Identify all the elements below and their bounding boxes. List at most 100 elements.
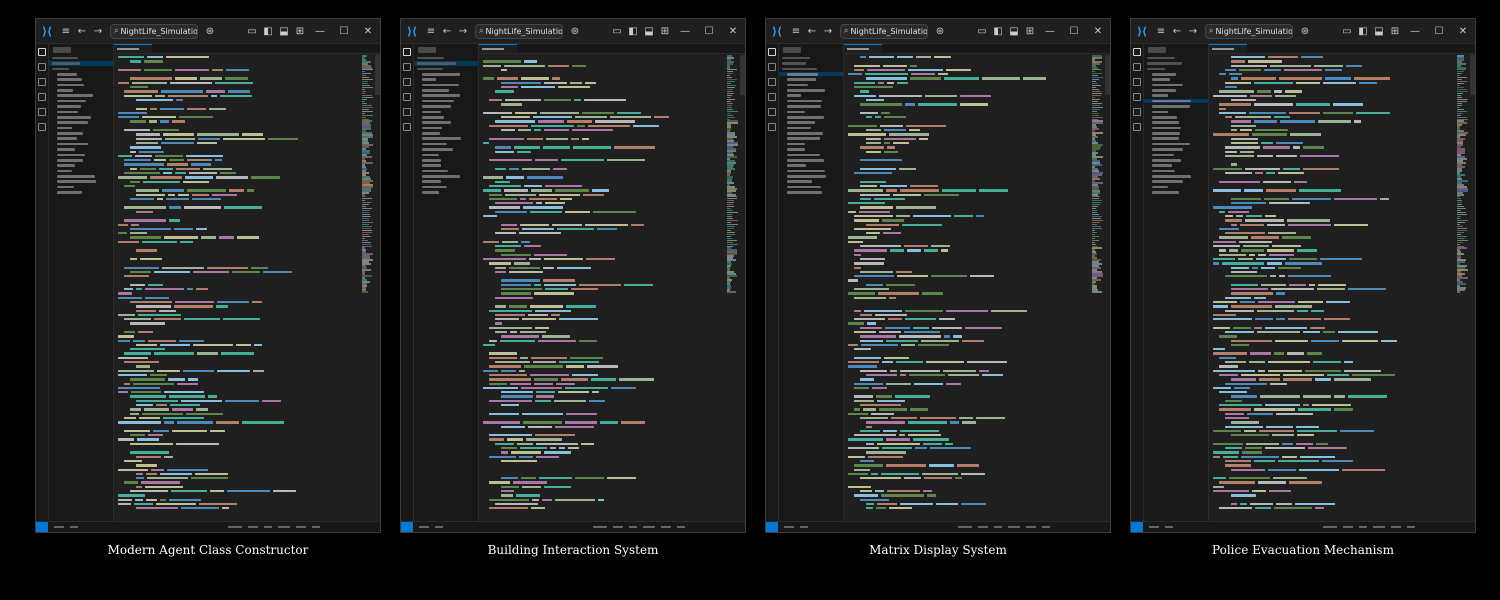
arrow-left-icon[interactable]: ← <box>439 19 455 43</box>
explorer-file-row[interactable] <box>1144 115 1208 119</box>
customize-layout-icon[interactable]: ⊞ <box>292 19 308 43</box>
code-view[interactable] <box>114 55 360 522</box>
explorer-file-row[interactable] <box>414 174 478 178</box>
explorer-file-row[interactable] <box>414 147 478 151</box>
explorer-file-row[interactable] <box>779 190 843 194</box>
status-item[interactable] <box>1391 525 1401 529</box>
explorer-file-row[interactable] <box>414 78 478 82</box>
explorer-file-row[interactable] <box>779 72 843 77</box>
explorer-file-row[interactable] <box>49 190 113 194</box>
remote-indicator[interactable] <box>766 522 778 532</box>
code-view[interactable] <box>844 55 1090 522</box>
activity-icon[interactable] <box>1133 48 1141 56</box>
explorer-file-row[interactable] <box>1144 131 1208 135</box>
command-center-search[interactable]: ⌕ NightLife_Simulatio <box>840 23 928 39</box>
explorer-file-row[interactable] <box>414 180 478 184</box>
active-tab[interactable] <box>479 44 517 53</box>
hamburger-menu-icon[interactable]: ≡ <box>788 19 804 43</box>
explorer-file-row[interactable] <box>414 104 478 108</box>
explorer-file-row[interactable] <box>779 180 843 184</box>
explorer-file-row[interactable] <box>779 104 843 108</box>
explorer-file-row[interactable] <box>414 158 478 162</box>
explorer-file-row[interactable] <box>49 88 113 92</box>
activity-icon[interactable] <box>1133 123 1141 131</box>
customize-layout-icon[interactable]: ⊞ <box>1022 19 1038 43</box>
explorer-file-row[interactable] <box>779 121 843 125</box>
activity-icon[interactable] <box>38 123 46 131</box>
explorer-file-row[interactable] <box>1144 126 1208 130</box>
editor-area[interactable] <box>479 44 745 522</box>
status-item[interactable] <box>248 525 258 529</box>
explorer-file-row[interactable] <box>1144 142 1208 146</box>
explorer-file-row[interactable] <box>49 121 113 125</box>
minimize-icon[interactable]: — <box>1403 19 1427 43</box>
remote-indicator[interactable] <box>401 522 413 532</box>
layout-toggle-icon[interactable]: ▭ <box>244 19 260 43</box>
explorer-file-row[interactable] <box>779 126 843 130</box>
explorer-file-row[interactable] <box>414 72 478 76</box>
explorer-file-row[interactable] <box>779 56 843 60</box>
maximize-icon[interactable]: ☐ <box>697 19 721 43</box>
explorer-file-row[interactable] <box>1144 94 1208 98</box>
maximize-icon[interactable]: ☐ <box>1062 19 1086 43</box>
close-icon[interactable]: ✕ <box>721 19 745 43</box>
activity-icon[interactable] <box>403 78 411 86</box>
status-item[interactable] <box>784 525 794 529</box>
minimap[interactable] <box>727 55 739 520</box>
explorer-file-row[interactable] <box>1144 67 1208 71</box>
explorer-file-row[interactable] <box>779 137 843 141</box>
explorer-file-row[interactable] <box>779 158 843 162</box>
explorer-file-row[interactable] <box>1144 180 1208 184</box>
scrollbar[interactable] <box>375 55 380 95</box>
minimize-icon[interactable]: — <box>673 19 697 43</box>
explorer-file-row[interactable] <box>779 94 843 98</box>
status-item[interactable] <box>312 525 320 529</box>
status-item[interactable] <box>643 525 655 529</box>
arrow-right-icon[interactable]: → <box>455 19 471 43</box>
explorer-file-row[interactable] <box>414 56 478 60</box>
explorer-file-row[interactable] <box>49 83 113 87</box>
explorer-file-row[interactable] <box>49 115 113 119</box>
activity-icon[interactable] <box>1133 78 1141 86</box>
status-item[interactable] <box>978 525 988 529</box>
status-item[interactable] <box>264 525 272 529</box>
activity-icon[interactable] <box>403 48 411 56</box>
explorer-file-row[interactable] <box>779 185 843 189</box>
active-tab[interactable] <box>114 44 152 53</box>
activity-icon[interactable] <box>1133 93 1141 101</box>
explorer-file-row[interactable] <box>414 137 478 141</box>
explorer-file-row[interactable] <box>779 99 843 103</box>
explorer-file-row[interactable] <box>1144 61 1208 65</box>
status-item[interactable] <box>800 525 808 529</box>
activity-icon[interactable] <box>1133 108 1141 116</box>
close-icon[interactable]: ✕ <box>356 19 380 43</box>
status-item[interactable] <box>629 525 637 529</box>
explorer-file-row[interactable] <box>1144 56 1208 60</box>
status-item[interactable] <box>661 525 671 529</box>
explorer-file-row[interactable] <box>1144 99 1208 104</box>
explorer-file-row[interactable] <box>49 158 113 162</box>
activity-icon[interactable] <box>38 78 46 86</box>
command-center-search[interactable]: ⌕ NightLife_Simulatio <box>475 23 563 39</box>
explorer-file-row[interactable] <box>1144 110 1208 114</box>
hamburger-menu-icon[interactable]: ≡ <box>1153 19 1169 43</box>
explorer-file-row[interactable] <box>49 56 113 60</box>
explorer-file-row[interactable] <box>779 78 843 82</box>
minimize-icon[interactable]: — <box>308 19 332 43</box>
explorer-file-row[interactable] <box>1144 147 1208 151</box>
explorer-file-row[interactable] <box>414 185 478 189</box>
hamburger-menu-icon[interactable]: ≡ <box>423 19 439 43</box>
layout-toggle-icon[interactable]: ▭ <box>609 19 625 43</box>
explorer-file-row[interactable] <box>779 88 843 92</box>
explorer-file-row[interactable] <box>414 115 478 119</box>
explorer-file-row[interactable] <box>49 104 113 108</box>
minimize-icon[interactable]: — <box>1038 19 1062 43</box>
status-item[interactable] <box>70 525 78 529</box>
explorer-file-row[interactable] <box>1144 72 1208 76</box>
explorer-file-row[interactable] <box>1144 153 1208 157</box>
explorer-file-row[interactable] <box>414 88 478 92</box>
panel-toggle-icon[interactable]: ⬓ <box>641 19 657 43</box>
explorer-file-row[interactable] <box>49 61 113 66</box>
activity-icon[interactable] <box>768 48 776 56</box>
copilot-icon[interactable]: ⊛ <box>202 19 218 43</box>
